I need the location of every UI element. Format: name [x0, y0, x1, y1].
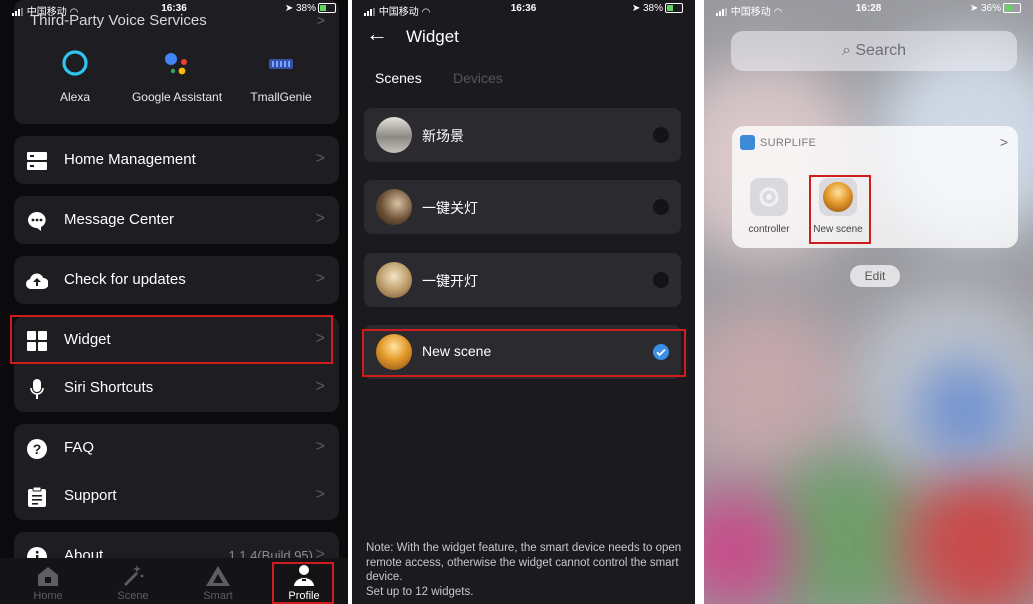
menu-card-home: Home Management >	[14, 136, 339, 184]
menu-row-siri-shortcuts[interactable]: Siri Shortcuts >	[14, 364, 339, 412]
menu-label: Message Center	[64, 211, 175, 228]
tab-home[interactable]: Home	[13, 558, 83, 604]
new-scene-widget-highlight-box	[809, 175, 871, 244]
widget-highlight-box	[10, 315, 333, 364]
widget-item-controller[interactable]: controller	[741, 178, 797, 235]
menu-row-home-management[interactable]: Home Management >	[14, 136, 339, 184]
tab-label: Scene	[117, 590, 149, 602]
scene-row[interactable]: 一键关灯	[364, 180, 681, 234]
chevron-right-icon: >	[315, 150, 325, 167]
chevron-right-icon: >	[315, 270, 325, 287]
surplife-app-icon	[740, 135, 755, 150]
alexa-label: Alexa	[59, 90, 91, 104]
back-arrow-icon[interactable]: ←	[366, 22, 388, 46]
scene-row[interactable]: 新场景	[364, 108, 681, 162]
chevron-right-icon: >	[315, 438, 325, 455]
surplife-widget: SURPLIFE > controller New scene	[732, 126, 1018, 248]
tab-scene[interactable]: Scene	[98, 558, 168, 604]
menu-row-faq[interactable]: ? FAQ >	[14, 424, 339, 472]
edit-button[interactable]: Edit	[850, 265, 900, 287]
menu-label: Home Management	[64, 151, 196, 168]
tmall-genie-button[interactable]: TmallGenie	[226, 46, 336, 104]
scene-thumbnail	[376, 189, 412, 225]
cloud-upload-icon	[26, 270, 48, 292]
menu-row-message-center[interactable]: Message Center >	[14, 196, 339, 244]
menu-label: Siri Shortcuts	[64, 379, 154, 396]
status-bar: 中国移动 ◠ 16:28 ➤ 36%	[704, 0, 1033, 18]
search-bar[interactable]: ⌕ Search	[731, 31, 1017, 71]
clipboard-icon	[26, 486, 48, 508]
battery-icon	[318, 3, 336, 14]
search-placeholder: Search	[855, 42, 907, 59]
tmall-genie-icon	[226, 46, 336, 80]
widget-settings-screen: 中国移动 ◠ 16:36 ➤ 38% ← Widget Scenes Devic…	[352, 0, 695, 604]
widget-note: Note: With the widget feature, the smart…	[366, 541, 685, 599]
ios-widget-screen: 中国移动 ◠ 16:28 ➤ 36% ⌕ Search SURPLIFE > c…	[704, 0, 1033, 604]
tab-label: Home	[33, 590, 63, 602]
alexa-icon	[20, 46, 130, 80]
widget-item-label: controller	[748, 224, 790, 235]
menu-card-help: ? FAQ > Support >	[14, 424, 339, 520]
menu-label: FAQ	[64, 439, 95, 456]
scene-name: 新场景	[422, 128, 464, 144]
message-icon	[26, 210, 48, 232]
location-icon: ➤	[969, 3, 979, 14]
scene-radio[interactable]	[653, 127, 669, 143]
scene-name: 一键开灯	[422, 273, 478, 289]
new-scene-highlight-box	[362, 329, 686, 377]
question-icon: ?	[26, 438, 48, 460]
scene-radio[interactable]	[653, 199, 669, 215]
battery-percent: 36%	[980, 3, 1001, 14]
status-bar: 中国移动 ◠ 16:36 ➤ 38%	[352, 0, 695, 18]
profile-screen: Third-Party Voice Services > Alexa Googl…	[0, 0, 348, 604]
widget-title: SURPLIFE	[760, 137, 817, 149]
chevron-right-icon: >	[315, 210, 325, 227]
battery-icon	[1003, 3, 1021, 14]
tab-label: Smart	[203, 590, 233, 602]
tab-scenes[interactable]: Scenes	[375, 70, 422, 86]
home-icon	[13, 558, 83, 586]
chevron-right-icon[interactable]: >	[1000, 134, 1008, 150]
tab-devices[interactable]: Devices	[453, 70, 503, 86]
microphone-icon	[26, 378, 48, 400]
alexa-button[interactable]: Alexa	[20, 46, 130, 104]
magic-wand-icon	[98, 558, 168, 586]
location-icon: ➤	[284, 3, 294, 14]
search-icon: ⌕	[841, 42, 851, 59]
voice-services-card: Third-Party Voice Services > Alexa Googl…	[14, 0, 339, 124]
scene-row[interactable]: 一键开灯	[364, 253, 681, 307]
svg-text:?: ?	[33, 441, 42, 457]
status-bar: 中国移动 ◠ 16:36 ➤ 38%	[0, 0, 348, 18]
google-assistant-button[interactable]: Google Assistant	[122, 46, 232, 104]
scene-radio[interactable]	[653, 272, 669, 288]
home-management-icon	[26, 150, 48, 172]
menu-card-updates: Check for updates >	[14, 256, 339, 304]
chevron-right-icon: >	[315, 486, 325, 503]
menu-label: Support	[64, 487, 117, 504]
note-limit: Set up to 12 widgets.	[366, 585, 474, 598]
controller-icon	[750, 178, 788, 216]
smart-icon	[183, 558, 253, 586]
google-assistant-icon	[122, 46, 232, 80]
scene-thumbnail	[376, 117, 412, 153]
battery-percent: 38%	[295, 3, 316, 14]
scene-name: 一键关灯	[422, 200, 478, 216]
google-assistant-label: Google Assistant	[131, 90, 223, 104]
menu-row-support[interactable]: Support >	[14, 472, 339, 520]
note-text: Note: With the widget feature, the smart…	[366, 542, 682, 583]
profile-tab-highlight-box	[272, 562, 334, 604]
menu-row-check-updates[interactable]: Check for updates >	[14, 256, 339, 304]
chevron-right-icon: >	[315, 378, 325, 395]
location-icon: ➤	[631, 3, 641, 14]
tab-smart[interactable]: Smart	[183, 558, 253, 604]
tmall-genie-label: TmallGenie	[250, 90, 312, 104]
menu-card-messages: Message Center >	[14, 196, 339, 244]
scene-thumbnail	[376, 262, 412, 298]
page-title: Widget	[406, 27, 459, 46]
menu-label: Check for updates	[64, 271, 186, 288]
battery-icon	[665, 3, 683, 14]
battery-percent: 38%	[642, 3, 663, 14]
